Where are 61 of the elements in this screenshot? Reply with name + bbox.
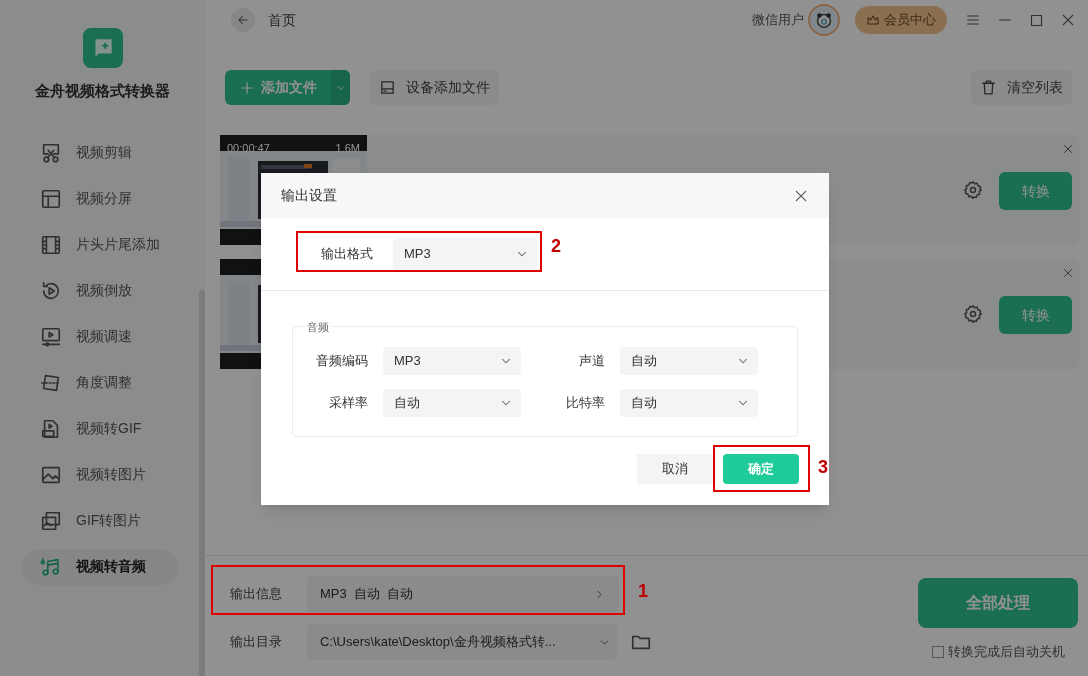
scissors-icon	[40, 141, 62, 164]
field-label: 输出格式	[321, 245, 374, 264]
layout-icon	[40, 187, 62, 210]
sidebar-item[interactable]: 片头片尾添加	[22, 226, 178, 263]
user-name: 微信用户	[752, 11, 804, 30]
output-folder-dropdown[interactable]: C:\Users\kate\Desktop\金舟视频格式转...	[307, 624, 617, 660]
step-number: 1	[638, 580, 648, 603]
duration: 00:00:47	[227, 141, 270, 156]
close-icon[interactable]	[1062, 143, 1074, 155]
sidebar-item[interactable]: GIF转图片	[22, 502, 178, 539]
close-icon[interactable]	[1062, 267, 1074, 279]
sidebar-item[interactable]: 视频转图片	[22, 456, 178, 493]
sidebar-item[interactable]: 角度调整	[22, 364, 178, 401]
sidebar-item[interactable]: 视频转音频	[22, 548, 178, 585]
film-icon	[40, 233, 62, 256]
device-add-button[interactable]: 设备添加文件	[370, 70, 499, 105]
field-label: 比特率	[565, 394, 606, 413]
cancel-button[interactable]: 取消	[637, 454, 713, 484]
select-dropdown[interactable]: 自动	[383, 389, 521, 417]
select-dropdown[interactable]: MP3	[383, 347, 521, 375]
file-size: 1.6M	[335, 141, 360, 156]
vip-button[interactable]: 会员中心	[855, 6, 947, 34]
field-label: 声道	[578, 352, 606, 371]
back-button[interactable]	[231, 8, 255, 32]
dialog-title: 输出设置	[281, 186, 337, 205]
output-info-field[interactable]: MP3 自动 自动	[307, 576, 619, 612]
maximize-icon[interactable]	[1029, 12, 1044, 28]
close-icon[interactable]	[1060, 12, 1076, 28]
music-note-icon	[40, 555, 62, 578]
select-dropdown[interactable]: MP3	[393, 238, 537, 270]
drive-icon	[379, 79, 396, 96]
clear-list-button[interactable]: 清空列表	[971, 70, 1072, 105]
settings-icon[interactable]	[963, 304, 983, 324]
step-number: 3	[818, 456, 828, 479]
select-dropdown[interactable]: 自动	[620, 389, 758, 417]
field-label: 输出信息	[229, 585, 283, 604]
back-arrow-icon	[236, 13, 250, 27]
gallery-icon	[40, 509, 62, 532]
trash-icon	[980, 79, 997, 96]
breadcrumb: 首页	[268, 10, 296, 30]
select-dropdown[interactable]: 自动	[620, 347, 758, 375]
field-label: 输出目录	[229, 633, 283, 652]
sidebar-item[interactable]: 视频转GIF	[22, 410, 178, 447]
replay-icon	[40, 279, 62, 302]
sidebar-item[interactable]: 视频剪辑	[22, 134, 178, 171]
settings-icon[interactable]	[963, 180, 983, 200]
step-number: 2	[551, 235, 561, 258]
auto-shutdown-checkbox[interactable]: 转换完成后自动关机	[931, 642, 1065, 662]
field-label: 音频编码	[315, 352, 369, 371]
field-label: 采样率	[328, 394, 369, 413]
video-speed-icon	[40, 325, 62, 348]
checkbox[interactable]	[931, 645, 944, 658]
sidebar-item[interactable]: 视频倒放	[22, 272, 178, 309]
sidebar-item[interactable]: 视频调速	[22, 318, 178, 355]
plus-icon	[239, 79, 255, 96]
sidebar-item[interactable]: 视频分屏	[22, 180, 178, 217]
confirm-button[interactable]: 确定	[723, 454, 799, 484]
app-title: 金舟视频格式转换器	[35, 81, 170, 101]
menu-icon[interactable]	[965, 12, 981, 28]
group-title: 音频	[305, 319, 331, 336]
crown-icon	[866, 13, 880, 27]
